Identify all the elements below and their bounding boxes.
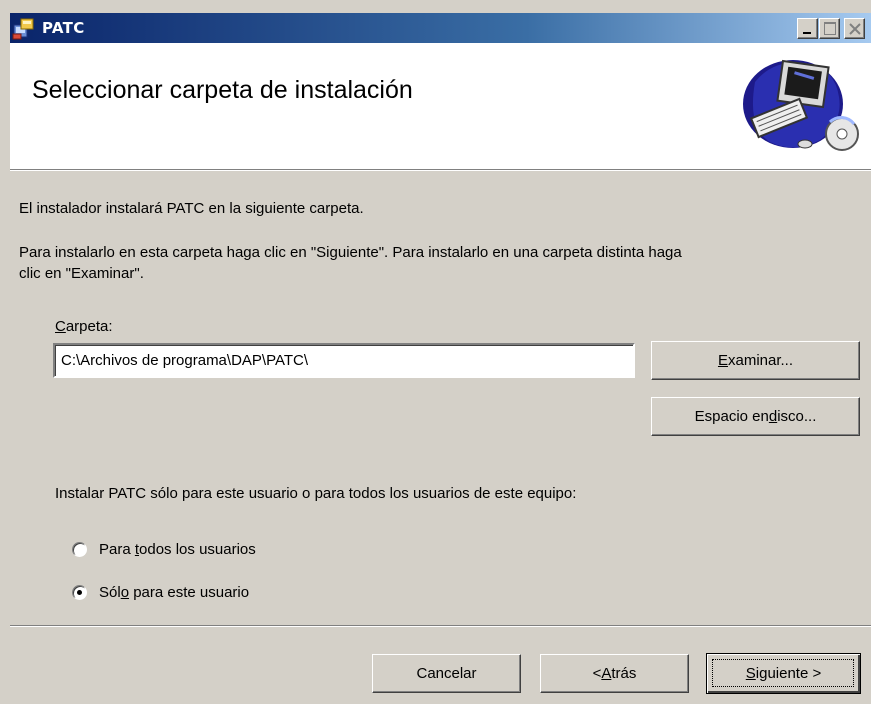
disk-space-label-pre: Espacio en [694,408,769,425]
radio-all-users-label-rest: odos los usuarios [139,541,256,558]
radio-this-user-label-rest: para este usuario [129,584,250,601]
browse-accelerator: E [717,352,728,369]
maximize-icon[interactable] [819,18,840,39]
radio-button-checked[interactable] [72,585,87,600]
instructions-text-line1: Para instalarlo en esta carpeta haga cli… [19,244,682,261]
title-bar[interactable]: PATC [10,13,871,43]
cancel-button[interactable]: Cancelar [372,654,521,693]
radio-all-users-label: Para todos los usuarios [99,541,256,558]
back-button[interactable]: < Atrás [540,654,689,693]
close-icon[interactable] [844,18,865,39]
next-button[interactable]: Siguiente > [706,653,861,694]
installer-window: PATC Seleccionar carpeta de instalación … [0,0,871,704]
browse-label: xaminar... [727,352,794,369]
cancel-label: Cancelar [416,665,477,682]
focus-rectangle [712,659,854,687]
header-banner: Seleccionar carpeta de instalación [10,43,871,169]
back-accelerator: A [601,665,612,682]
radio-this-user-label: Sólo para este usuario [99,584,249,601]
disk-space-accelerator: d [768,408,778,425]
back-label: trás [611,665,637,682]
radio-this-user-accelerator: o [120,584,130,601]
page-title: Seleccionar carpeta de instalación [32,76,413,104]
folder-path-value: C:\Archivos de programa\DAP\PATC\ [61,352,309,369]
header-divider-highlight [10,170,871,171]
window-title: PATC [42,19,85,37]
browse-button[interactable]: Examinar... [651,341,860,380]
disk-space-label: isco... [777,408,817,425]
folder-label: Carpeta: [55,318,113,335]
minimize-icon[interactable] [797,18,818,39]
disk-space-button[interactable]: Espacio en disco... [651,397,860,436]
footer-divider-highlight [10,626,871,627]
computer-install-icon [743,59,859,151]
radio-this-user-label-pre: Sól [99,584,121,601]
radio-all-users-label-pre: Para [99,541,135,558]
folder-label-accelerator: C [55,318,66,335]
radio-button-unchecked[interactable] [72,542,87,557]
folder-path-input[interactable]: C:\Archivos de programa\DAP\PATC\ [53,343,635,378]
radio-dot-icon [77,590,82,595]
install-scope-prompt: Instalar PATC sólo para este usuario o p… [55,485,577,502]
intro-text: El instalador instalará PATC en la sigui… [19,200,364,217]
installer-app-icon [12,18,34,40]
instructions-text-line2: clic en "Examinar". [19,265,144,282]
folder-label-text: arpeta: [65,318,113,335]
